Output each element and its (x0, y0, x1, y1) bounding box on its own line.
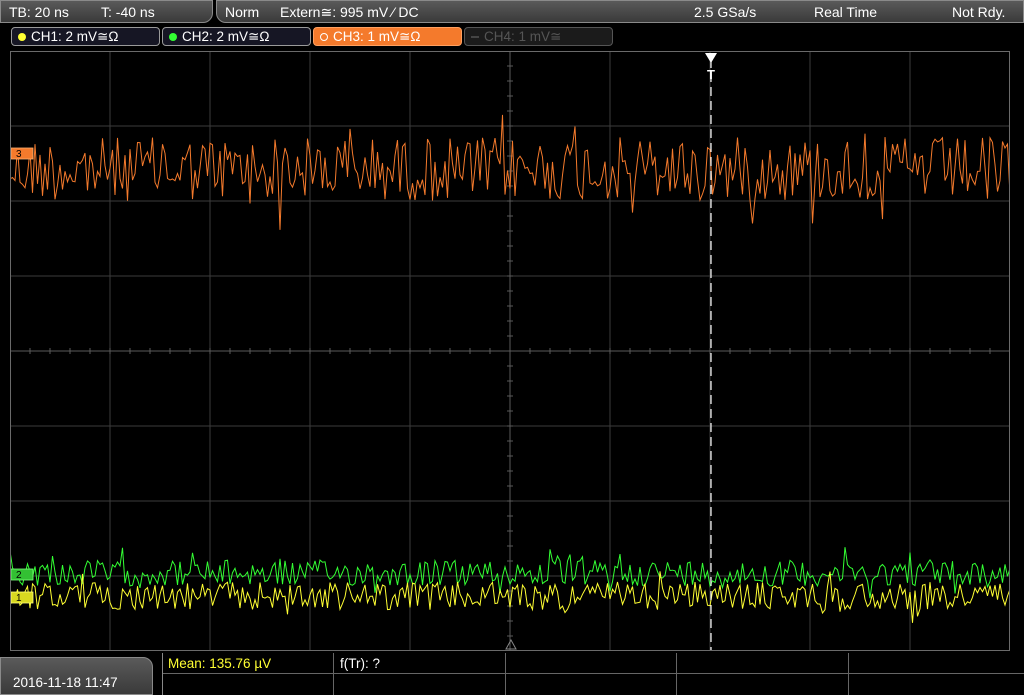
mean-measurement[interactable]: Mean: 135.76 µV (168, 656, 271, 671)
channel-2-level-marker[interactable]: 2 (10, 568, 34, 581)
channel-1-dot-icon (18, 33, 26, 41)
trigger-arrow-icon[interactable] (705, 53, 717, 63)
channel-1-label: CH1: 2 mV≅Ω (31, 29, 119, 44)
datetime-panel: 2016-11-18 11:47 (0, 657, 153, 695)
status-bar: TB: 20 ns T: -40 ns Norm Extern≅: 995 mV… (0, 0, 1024, 24)
channel-4-dash-icon (471, 36, 479, 38)
measurement-panel[interactable] (162, 653, 1024, 695)
frequency-measurement[interactable]: f(Tr): ? (340, 656, 380, 671)
channel-2-button[interactable]: CH2: 2 mV≅Ω (162, 27, 311, 46)
timebase-panel[interactable]: TB: 20 ns T: -40 ns (0, 0, 213, 23)
meas-cell (162, 674, 334, 695)
channel-4-button[interactable]: CH4: 1 mV≅ (464, 27, 613, 46)
meas-cell (506, 674, 677, 695)
waveform-display[interactable]: T 3 2 1 (10, 51, 1010, 651)
acquisition-mode: Real Time (814, 4, 878, 20)
trigger-panel[interactable]: Norm Extern≅: 995 mV ⁄ DC 2.5 GSa/s Real… (216, 0, 1024, 23)
meas-cell (334, 674, 506, 695)
channel-4-label: CH4: 1 mV≅ (484, 29, 562, 44)
trigger-offset-value: T: -40 ns (101, 4, 155, 20)
channel-2-label: CH2: 2 mV≅Ω (182, 29, 270, 44)
sample-rate: 2.5 GSa/s (694, 4, 757, 20)
measurement-divider (162, 653, 163, 695)
meas-cell (506, 653, 677, 674)
channel-3-level-marker[interactable]: 3 (10, 147, 34, 160)
channel-1-marker-label: 1 (16, 593, 22, 604)
trigger-mode: Norm (225, 4, 260, 20)
channel-1-button[interactable]: CH1: 2 mV≅Ω (11, 27, 160, 46)
meas-cell (677, 653, 849, 674)
channel-3-dot-icon (320, 33, 328, 41)
trigger-marker-label: T (707, 67, 715, 82)
ready-status: Not Rdy. (952, 4, 1006, 20)
datetime-value: 2016-11-18 11:47 (13, 675, 118, 690)
graticule (10, 51, 1010, 651)
channel-1-level-marker[interactable]: 1 (10, 591, 34, 604)
timebase-value: TB: 20 ns (9, 4, 69, 20)
channel-2-marker-label: 2 (16, 570, 22, 581)
channel-2-dot-icon (169, 33, 177, 41)
horizontal-center-marker-icon (505, 638, 517, 650)
channel-3-label: CH3: 1 mV≅Ω (333, 29, 421, 44)
channel-3-button[interactable]: CH3: 1 mV≅Ω (313, 27, 462, 46)
meas-cell (677, 674, 849, 695)
meas-cell (849, 674, 1024, 695)
trigger-source: Extern≅: 995 mV ⁄ DC (280, 4, 419, 20)
channel-3-marker-label: 3 (16, 149, 22, 160)
meas-cell (849, 653, 1024, 674)
